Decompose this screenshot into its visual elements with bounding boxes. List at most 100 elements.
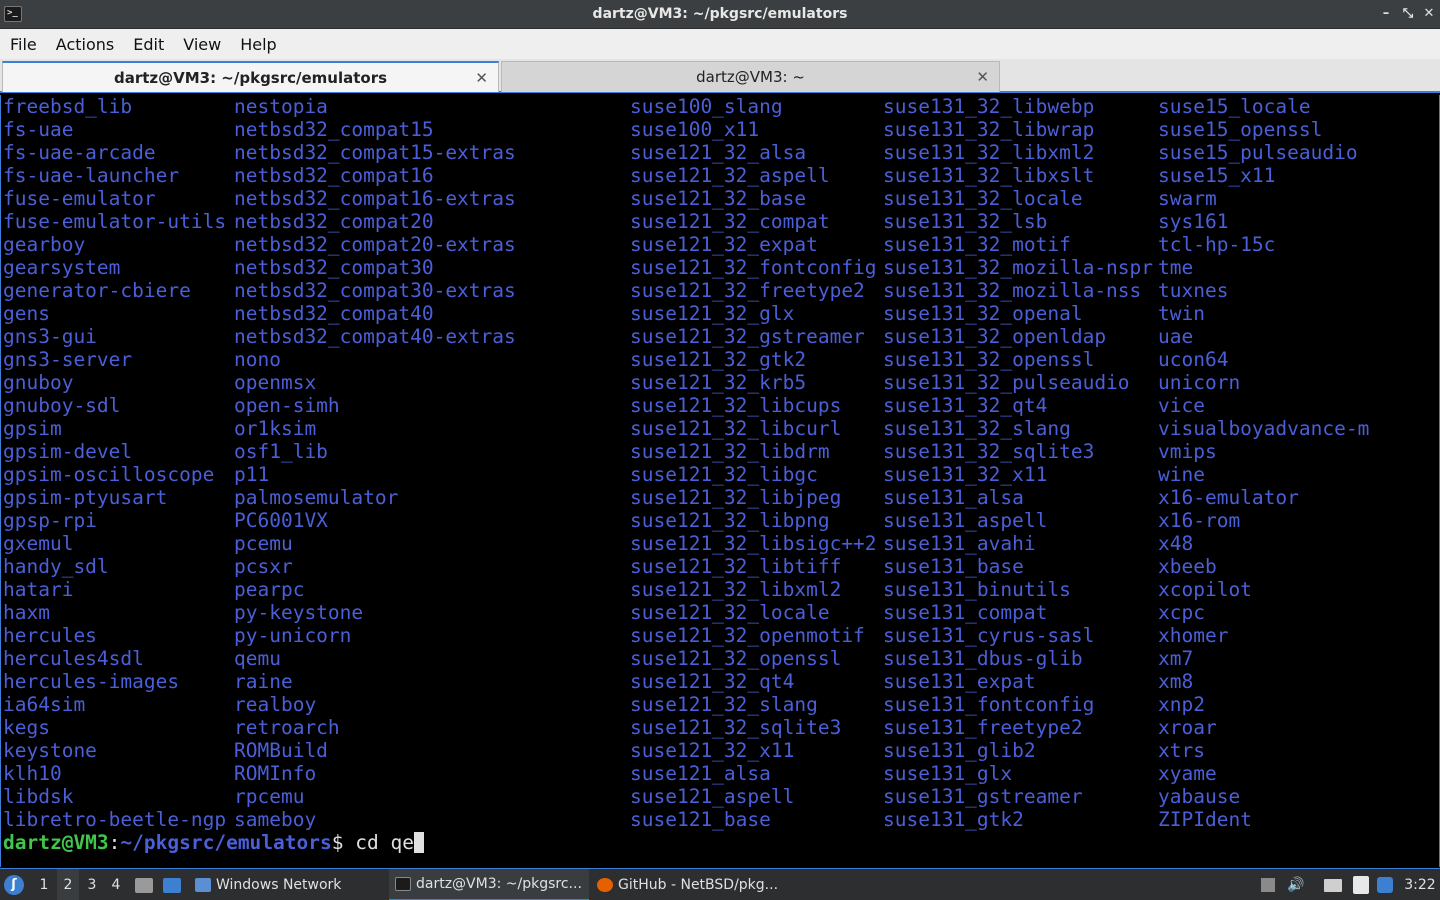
minimize-button[interactable]: – <box>1376 4 1396 24</box>
listing-column-1: freebsd_lib fs-uae fs-uae-arcade fs-uae-lau… <box>3 95 226 831</box>
tab-home[interactable]: dartz@VM3: ~ ✕ <box>501 61 1000 92</box>
directory-entry: suse15_x11 <box>1158 164 1276 187</box>
directory-entry: suse121_alsa <box>630 762 771 785</box>
directory-entry: klh10 <box>3 762 62 785</box>
directory-entry: suse121_32_libxml2 <box>630 578 842 601</box>
directory-entry: suse131_32_mozilla-nss <box>883 279 1142 302</box>
directory-entry: gearsystem <box>3 256 121 279</box>
directory-entry: suse121_32_locale <box>630 601 830 624</box>
directory-entry: netbsd32_compat40-extras <box>234 325 516 348</box>
notification-icon[interactable] <box>1373 869 1397 900</box>
directory-entry: uae <box>1158 325 1194 348</box>
directory-entry: suse131_32_sqlite3 <box>883 440 1095 463</box>
directory-entry: suse121_aspell <box>630 785 795 808</box>
directory-entry: suse100_slang <box>630 95 783 118</box>
network-icon[interactable] <box>1321 869 1345 900</box>
directory-entry: suse131_32_x11 <box>883 463 1048 486</box>
directory-entry: fs-uae-arcade <box>3 141 156 164</box>
tray-eject-icon[interactable] <box>1256 869 1280 900</box>
directory-entry: suse121_32_compat <box>630 210 830 233</box>
directory-entry: suse121_32_aspell <box>630 164 830 187</box>
directory-entry: libretro-beetle-ngp <box>3 808 227 831</box>
directory-entry: suse131_32_openssl <box>883 348 1095 371</box>
directory-entry: freebsd_lib <box>3 95 133 118</box>
directory-entry: netbsd32_compat20 <box>234 210 434 233</box>
directory-entry: gnuboy <box>3 371 74 394</box>
menu-view[interactable]: View <box>183 35 221 54</box>
task-label: Windows Network <box>216 877 342 893</box>
directory-entry: qemu <box>234 647 281 670</box>
clock[interactable]: 3:22 <box>1402 869 1438 900</box>
directory-entry: ROMInfo <box>234 762 317 785</box>
directory-entry: fuse-emulator <box>3 187 156 210</box>
directory-entry: suse131_32_openldap <box>883 325 1107 348</box>
directory-entry: suse131_32_slang <box>883 417 1071 440</box>
file-manager-icon[interactable] <box>133 869 155 900</box>
directory-entry: osf1_lib <box>234 440 328 463</box>
menu-edit[interactable]: Edit <box>133 35 164 54</box>
directory-entry: gpsim-devel <box>3 440 133 463</box>
directory-entry: or1ksim <box>234 417 317 440</box>
clipboard-icon[interactable] <box>1349 869 1373 900</box>
directory-entry: x48 <box>1158 532 1194 555</box>
directory-entry: gns3-gui <box>3 325 97 348</box>
menu-file[interactable]: File <box>10 35 37 54</box>
directory-entry: suse121_32_openssl <box>630 647 842 670</box>
directory-entry: palmosemulator <box>234 486 399 509</box>
directory-entry: pcsxr <box>234 555 293 578</box>
directory-entry: suse131_gtk2 <box>883 808 1024 831</box>
directory-entry: ROMBuild <box>234 739 328 762</box>
directory-entry: netbsd32_compat16 <box>234 164 434 187</box>
directory-entry: hercules <box>3 624 97 647</box>
directory-entry: suse131_32_openal <box>883 302 1083 325</box>
directory-entry: suse121_32_libsigc++2 <box>630 532 877 555</box>
maximize-button[interactable]: ⤡ <box>1398 4 1418 24</box>
directory-entry: suse121_32_qt4 <box>630 670 795 693</box>
task-windows-network[interactable]: Windows Network <box>189 869 341 900</box>
volume-icon[interactable]: 🔊 <box>1284 869 1308 900</box>
directory-entry: suse131_base <box>883 555 1024 578</box>
directory-entry: suse121_32_gtk2 <box>630 348 807 371</box>
task-terminal[interactable]: dartz@VM3: ~/pkgsrc... <box>389 869 589 900</box>
directory-entry: netbsd32_compat30 <box>234 256 434 279</box>
workspace-2[interactable]: 2 <box>57 869 79 900</box>
directory-entry: gens <box>3 302 50 325</box>
directory-entry: suse131_expat <box>883 670 1036 693</box>
workspace-3[interactable]: 3 <box>81 869 103 900</box>
directory-entry: xtrs <box>1158 739 1205 762</box>
show-desktop-icon[interactable] <box>161 869 183 900</box>
task-firefox[interactable]: GitHub - NetBSD/pkg... <box>591 869 778 900</box>
directory-entry: yabause <box>1158 785 1241 808</box>
typed-command: cd qe <box>343 831 414 854</box>
close-tab-icon[interactable]: ✕ <box>475 69 488 87</box>
directory-entry: xhomer <box>1158 624 1229 647</box>
directory-entry: x16-rom <box>1158 509 1241 532</box>
directory-entry: nestopia <box>234 95 328 118</box>
terminal-output[interactable]: freebsd_lib fs-uae fs-uae-arcade fs-uae-lau… <box>0 95 1440 867</box>
firefox-icon <box>597 878 613 892</box>
directory-entry: suse131_cyrus-sasl <box>883 624 1095 647</box>
directory-entry: retroarch <box>234 716 340 739</box>
directory-entry: suse121_base <box>630 808 771 831</box>
workspace-1[interactable]: 1 <box>33 869 55 900</box>
directory-entry: suse121_32_expat <box>630 233 818 256</box>
close-tab-icon[interactable]: ✕ <box>976 68 989 86</box>
directory-entry: netbsd32_compat40 <box>234 302 434 325</box>
workspace-4[interactable]: 4 <box>105 869 127 900</box>
shell-prompt[interactable]: dartz@VM3:~/pkgsrc/emulators$ cd qe <box>3 831 424 854</box>
folder-icon <box>195 878 211 892</box>
directory-entry: ia64sim <box>3 693 86 716</box>
menu-bar: File Actions Edit View Help <box>0 29 1440 59</box>
close-window-button[interactable]: ✕ <box>1419 4 1439 24</box>
tab-emulators[interactable]: dartz@VM3: ~/pkgsrc/emulators ✕ <box>2 61 499 92</box>
directory-entry: open-simh <box>234 394 340 417</box>
directory-entry: suse131_32_libxslt <box>883 164 1095 187</box>
menu-actions[interactable]: Actions <box>56 35 114 54</box>
directory-entry: xm8 <box>1158 670 1194 693</box>
menu-help[interactable]: Help <box>240 35 276 54</box>
directory-entry: suse131_glx <box>883 762 1013 785</box>
start-menu-button[interactable]: ʃ <box>4 869 28 900</box>
directory-entry: suse131_avahi <box>883 532 1036 555</box>
directory-entry: suse121_32_krb5 <box>630 371 807 394</box>
directory-entry: gearboy <box>3 233 86 256</box>
